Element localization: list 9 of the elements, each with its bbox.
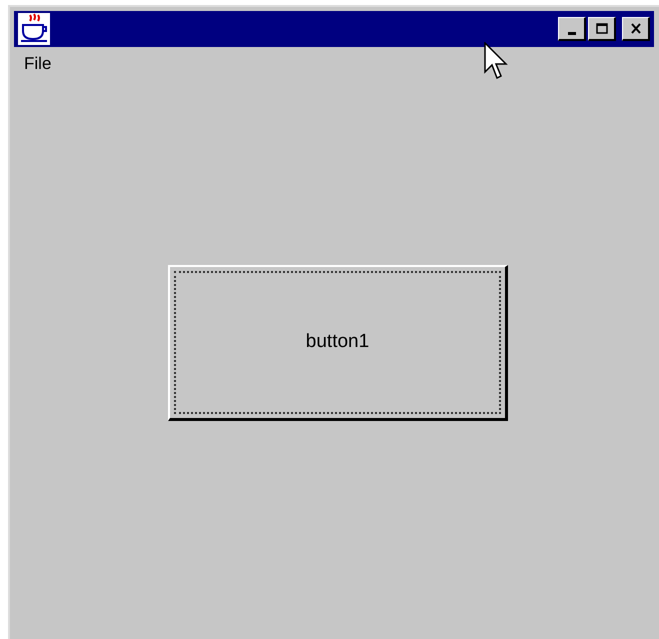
maximize-button[interactable] [588,17,616,41]
menu-item[interactable]: File [24,51,52,77]
button1-button[interactable]: button1 [168,265,508,421]
mouse-cursor-icon [484,42,508,82]
coffee-cup-icon [18,13,50,45]
maximize-icon [594,21,610,36]
minimize-button[interactable] [558,17,586,41]
close-button[interactable] [622,17,650,41]
minimize-icon [568,32,576,35]
